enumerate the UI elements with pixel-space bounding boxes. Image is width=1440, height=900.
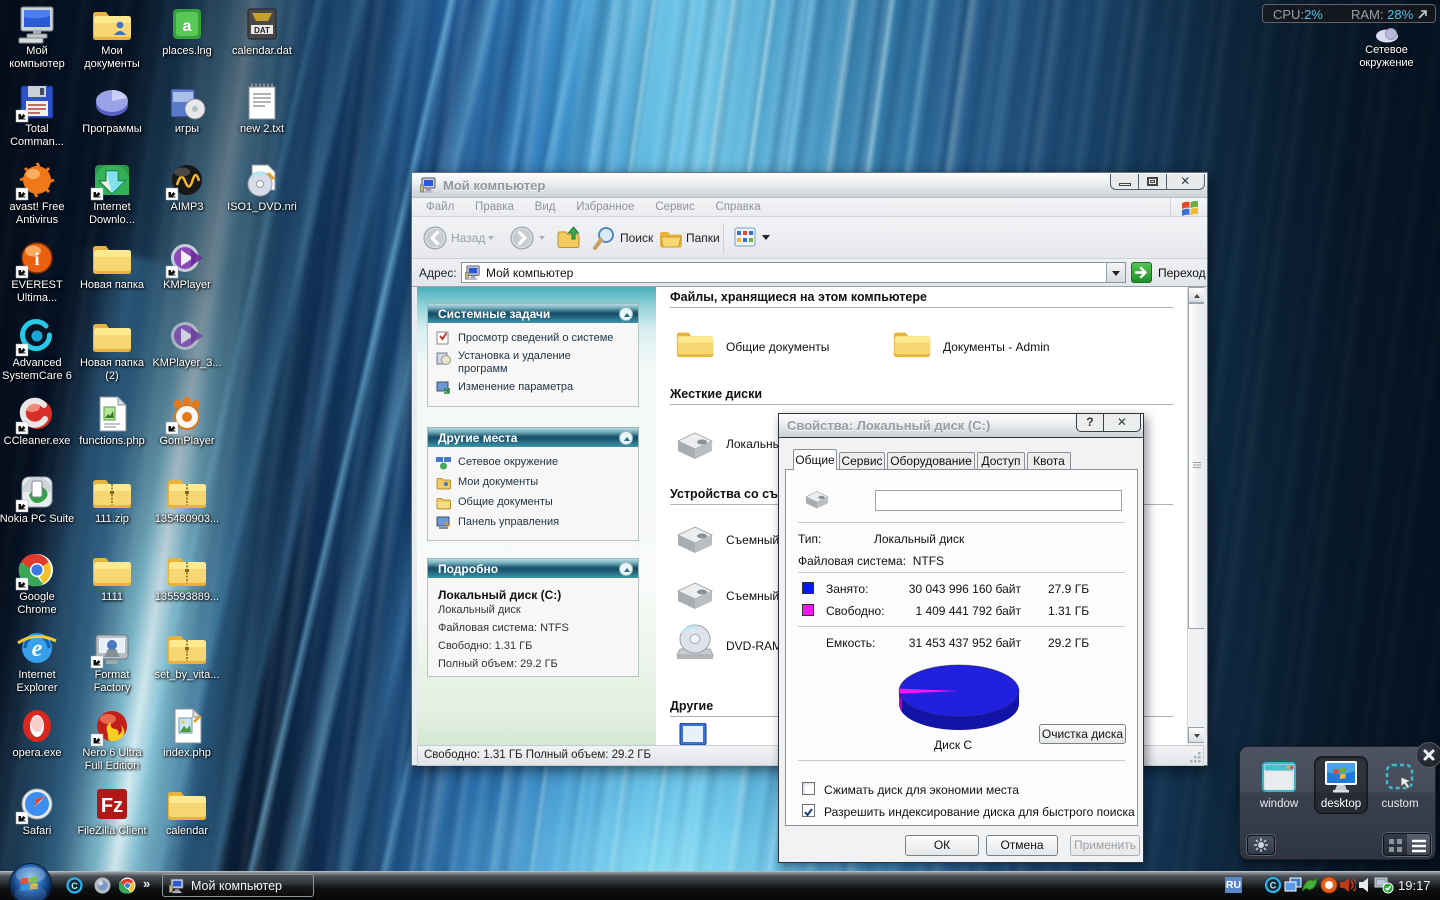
svg-text:C: C [71, 881, 78, 891]
svg-text:a: a [183, 18, 192, 35]
svg-text:i: i [34, 249, 39, 269]
svg-text:DAT: DAT [254, 26, 270, 35]
svg-text:Fz: Fz [101, 795, 123, 817]
svg-text:e: e [32, 636, 43, 662]
svg-text:C: C [1270, 881, 1277, 891]
